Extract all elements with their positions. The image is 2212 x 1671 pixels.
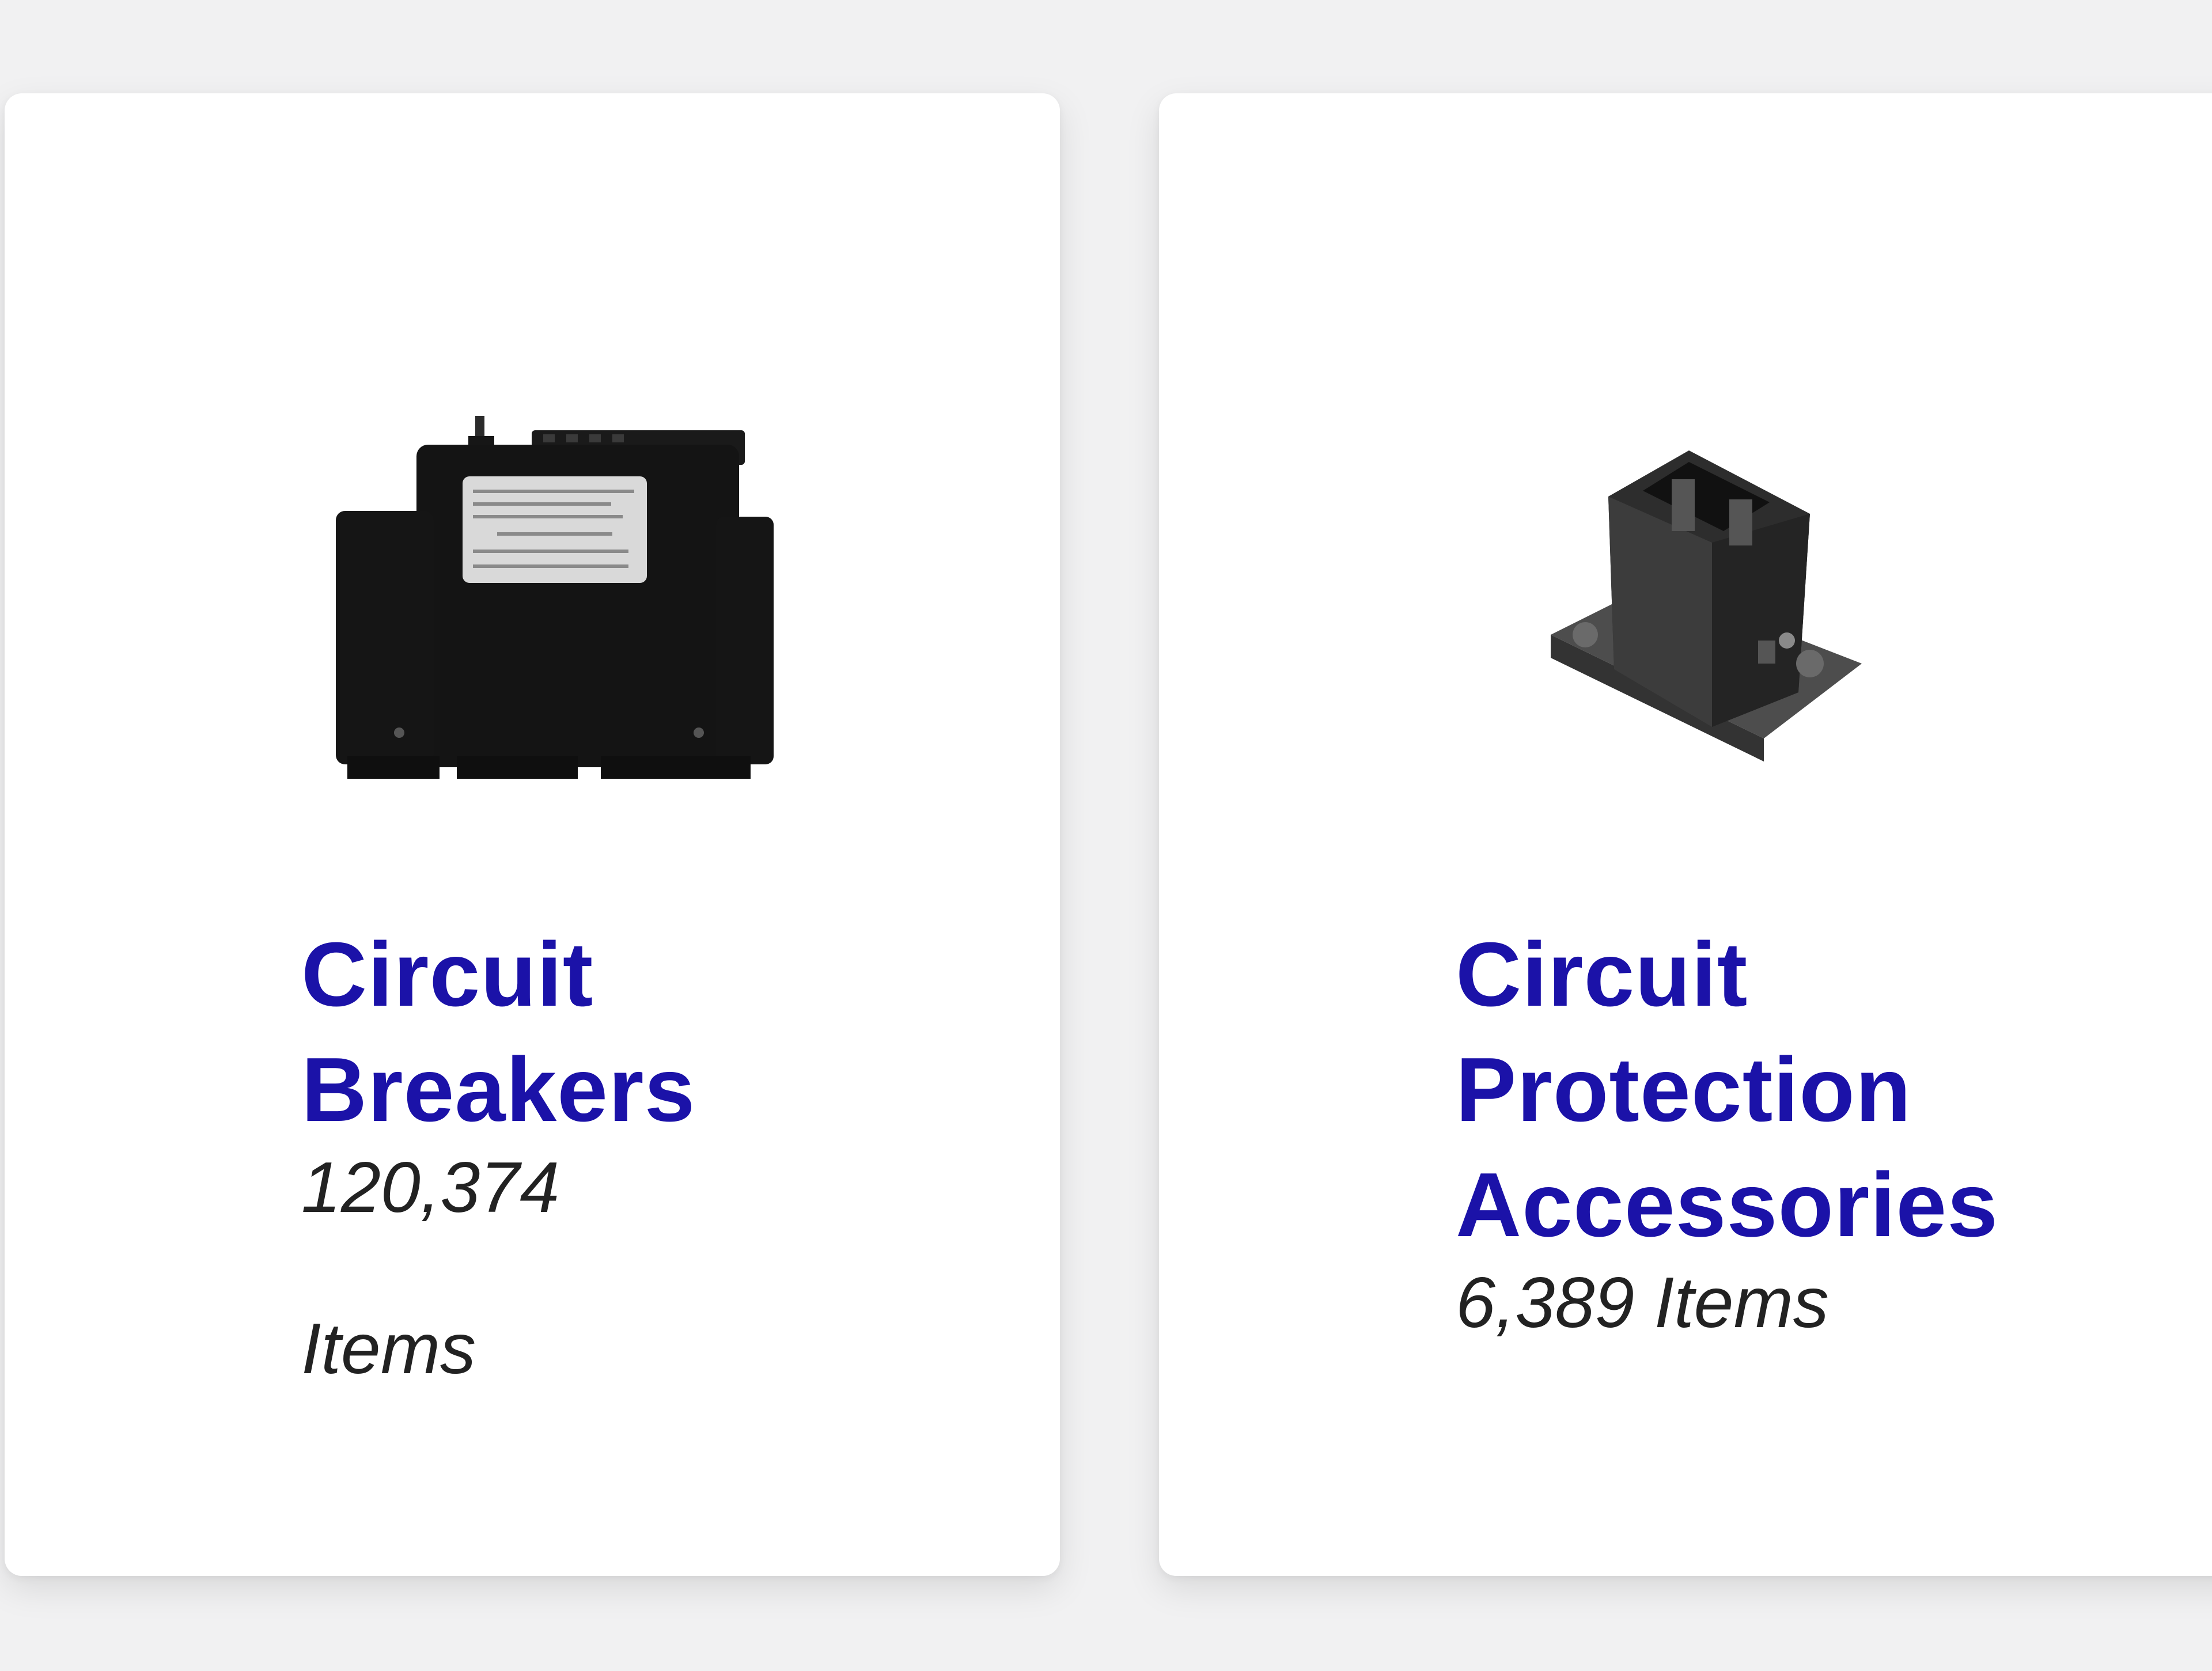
circuit-breaker-icon <box>336 416 774 779</box>
circuit-protection-accessory-image[interactable] <box>1539 393 1873 808</box>
category-card-circuit-breakers[interactable]: Circuit Breakers 120,374 Items <box>5 93 1060 1576</box>
category-card-circuit-protection-accessories[interactable]: Circuit Protection Accessories 6,389 Ite… <box>1159 93 2212 1576</box>
title-line: Circuit <box>1456 924 1748 1025</box>
circuit-breaker-image[interactable] <box>324 381 779 808</box>
category-title-link[interactable]: Circuit Protection Accessories <box>1456 917 1998 1263</box>
item-count: 120,374 <box>301 1148 560 1227</box>
item-count-unit: Items <box>301 1309 476 1389</box>
category-title-link[interactable]: Circuit Breakers <box>301 917 695 1147</box>
item-count: 6,389 Items <box>1456 1263 1829 1343</box>
title-line: Protection <box>1456 1039 1912 1140</box>
title-line: Circuit <box>301 924 594 1025</box>
circuit-protection-accessory-icon <box>1551 450 1862 761</box>
